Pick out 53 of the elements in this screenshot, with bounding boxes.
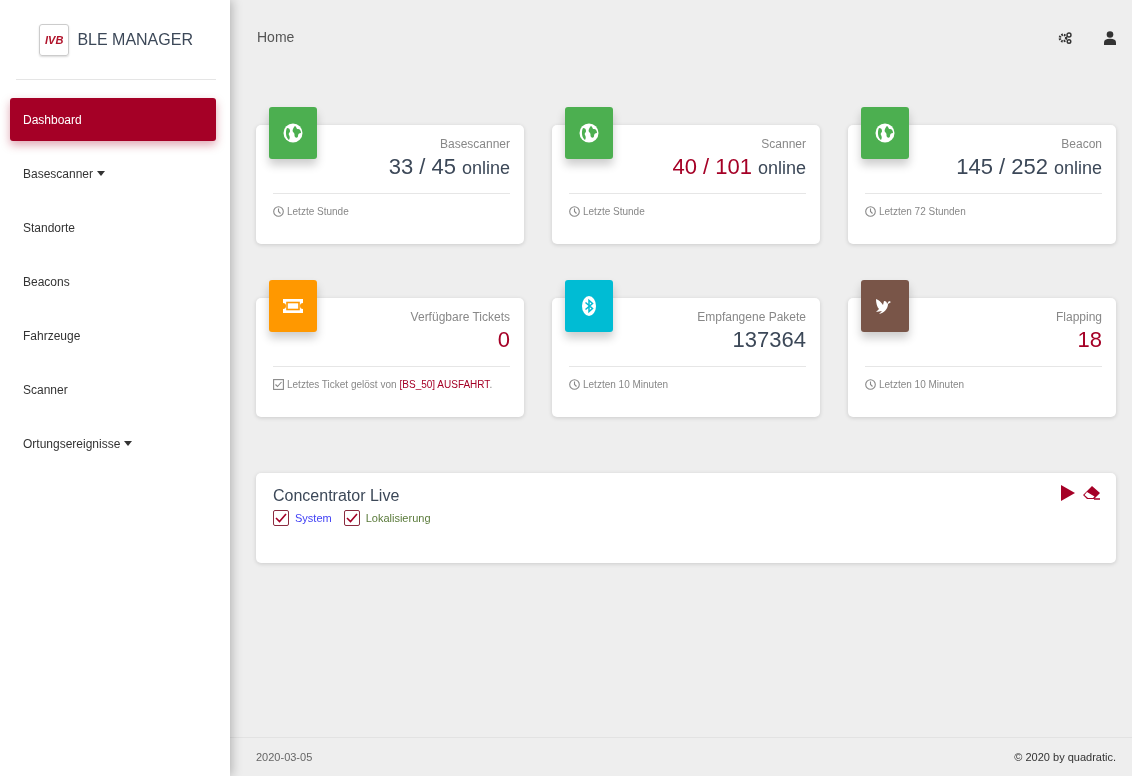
globe-icon	[283, 123, 303, 143]
globe-icon	[875, 123, 895, 143]
copyright-text: © 2020 by quadratic.	[1014, 751, 1116, 763]
logo: IVB	[39, 23, 70, 56]
card-footer-text: Letzte Stunde	[287, 206, 349, 217]
settings-icon[interactable]	[1058, 32, 1072, 44]
sidebar-item[interactable]: Beacons	[10, 260, 216, 303]
sidebar-item[interactable]: Basescanner	[10, 152, 216, 195]
card-footer-text: Letzten 72 Stunden	[879, 206, 966, 217]
checkbox-icon	[273, 379, 284, 390]
footer-date: 2020-03-05	[256, 751, 313, 763]
globe-icon	[579, 123, 599, 143]
clock-icon	[569, 379, 580, 390]
card-title: Verfügbare Tickets	[410, 310, 510, 324]
stat-value: 18	[1077, 327, 1102, 353]
filter-label: System	[295, 512, 332, 524]
stat-value: 0	[497, 327, 510, 353]
card-title: Empfangene Pakete	[697, 310, 806, 324]
ticket-icon	[282, 298, 304, 314]
card-title: Flapping	[1055, 310, 1102, 324]
card-footer-text: Letzten 10 Minuten	[583, 379, 669, 390]
page-title: Home	[257, 28, 295, 45]
card-footer-text: Letztes Ticket gelöst von [BS_50] AUSFAHRT.	[287, 379, 493, 390]
checkbox[interactable]	[343, 510, 360, 526]
stat-unit: online	[1053, 158, 1102, 179]
card-footer-text: Letzten 10 Minuten	[879, 379, 965, 390]
clock-icon	[273, 206, 284, 217]
play-icon[interactable]	[1061, 485, 1075, 501]
clock-icon	[865, 206, 876, 217]
stat-value: 40 / 101	[672, 154, 752, 180]
stat-value: 137364	[732, 327, 806, 353]
clock-icon	[569, 206, 580, 217]
brand-title: BLE MANAGER	[77, 30, 193, 49]
stat-unit: online	[461, 158, 510, 179]
stat-value: 33 / 45	[388, 154, 456, 180]
stat-value: 145 / 252	[956, 154, 1048, 180]
eraser-icon[interactable]	[1083, 486, 1100, 500]
sidebar-item[interactable]: Fahrzeuge	[10, 314, 216, 357]
sidebar-item[interactable]: Ortungsereignisse	[10, 422, 216, 465]
checkbox[interactable]	[273, 510, 289, 526]
bluetooth-icon	[582, 296, 596, 316]
clock-icon	[865, 379, 876, 390]
filter-label: Lokalisierung	[365, 512, 431, 524]
user-icon[interactable]	[1104, 31, 1116, 45]
sidebar-item[interactable]: Scanner	[10, 368, 216, 411]
card-title: Beacon	[1061, 137, 1102, 151]
panel-title: Concentrator Live	[273, 487, 400, 505]
card-title: Basescanner	[439, 137, 510, 151]
card-title: Scanner	[761, 137, 806, 151]
card-footer-text: Letzte Stunde	[583, 206, 645, 217]
stat-unit: online	[757, 158, 806, 179]
sidebar-item[interactable]: Standorte	[10, 206, 216, 249]
sidebar-item[interactable]: Dashboard	[10, 98, 216, 141]
